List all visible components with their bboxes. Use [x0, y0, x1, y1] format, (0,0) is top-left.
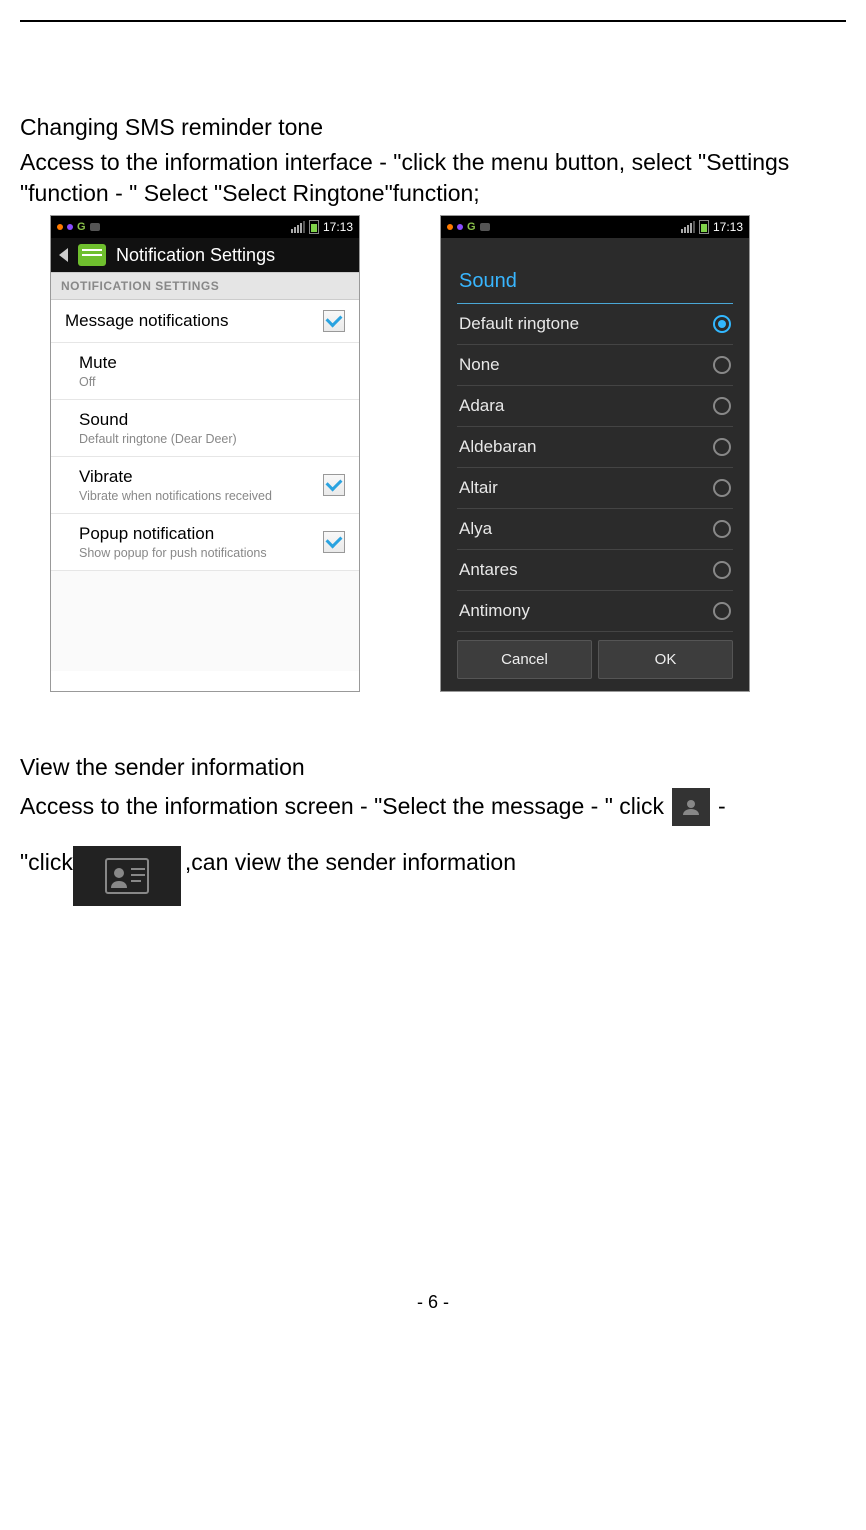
section2-line1: Access to the information screen - "Sele…: [20, 787, 846, 826]
row-title: Vibrate: [79, 467, 272, 487]
radio-button[interactable]: [713, 602, 731, 620]
screen-title: Notification Settings: [116, 245, 275, 266]
section2-text-b-prefix: "click: [20, 843, 73, 882]
status-time: 17:13: [713, 220, 743, 234]
section1-instruction: Access to the information interface - "c…: [20, 147, 846, 209]
option-label: Aldebaran: [459, 437, 537, 457]
status-dot-icon: [457, 224, 463, 230]
status-dot-icon: [447, 224, 453, 230]
ringtone-option[interactable]: Adara: [457, 386, 733, 427]
row-vibrate[interactable]: Vibrate Vibrate when notifications recei…: [51, 457, 359, 514]
option-label: Antimony: [459, 601, 530, 621]
google-icon: G: [77, 221, 86, 233]
section2-dash: -: [718, 787, 726, 826]
row-popup-notification[interactable]: Popup notification Show popup for push n…: [51, 514, 359, 571]
row-sound[interactable]: Sound Default ringtone (Dear Deer): [51, 400, 359, 457]
battery-icon: [309, 220, 319, 234]
top-rule: [20, 20, 846, 22]
page-number: - 6 -: [20, 1292, 846, 1333]
row-title: Message notifications: [65, 311, 228, 331]
section-heading: NOTIFICATION SETTINGS: [51, 272, 359, 300]
checkbox[interactable]: [323, 531, 345, 553]
option-label: Antares: [459, 560, 518, 580]
status-dot-icon: [67, 224, 73, 230]
blank-area: [51, 571, 359, 671]
row-subtitle: Off: [79, 375, 117, 389]
cancel-button[interactable]: Cancel: [457, 640, 592, 679]
ringtone-option[interactable]: Antimony: [457, 591, 733, 632]
messaging-app-icon: [78, 244, 106, 266]
status-bar: G 17:13: [441, 216, 749, 238]
screenshot-sound-dialog: G 17:13 Sound Default ringtone: [440, 215, 750, 692]
radio-button[interactable]: [713, 356, 731, 374]
section2-text-a: Access to the information screen - "Sele…: [20, 787, 664, 826]
status-time: 17:13: [323, 220, 353, 234]
ringtone-option[interactable]: Alya: [457, 509, 733, 550]
option-label: None: [459, 355, 500, 375]
row-title: Popup notification: [79, 524, 267, 544]
back-icon[interactable]: [59, 248, 68, 262]
ringtone-option[interactable]: Aldebaran: [457, 427, 733, 468]
check-icon: [326, 311, 343, 328]
row-subtitle: Default ringtone (Dear Deer): [79, 432, 237, 446]
google-icon: G: [467, 221, 476, 233]
profile-icon: [672, 788, 710, 826]
ringtone-option[interactable]: Antares: [457, 550, 733, 591]
option-label: Default ringtone: [459, 314, 579, 334]
section2-line2: "click ,can view the sender information: [20, 832, 846, 892]
status-icon: [480, 223, 490, 231]
screenshot-notification-settings: G 17:13 Notification Settings NOTIFICATI…: [50, 215, 360, 692]
radio-button[interactable]: [713, 561, 731, 579]
radio-button[interactable]: [713, 520, 731, 538]
status-icon: [90, 223, 100, 231]
radio-button[interactable]: [713, 438, 731, 456]
signal-icon: [681, 221, 695, 233]
ringtone-option[interactable]: None: [457, 345, 733, 386]
ringtone-option[interactable]: Default ringtone: [457, 304, 733, 345]
radio-button[interactable]: [713, 315, 731, 333]
ringtone-option[interactable]: Altair: [457, 468, 733, 509]
check-icon: [326, 532, 343, 549]
row-title: Mute: [79, 353, 117, 373]
option-label: Alya: [459, 519, 492, 539]
section1-heading: Changing SMS reminder tone: [20, 112, 846, 143]
option-label: Altair: [459, 478, 498, 498]
screen-header[interactable]: Notification Settings: [51, 238, 359, 272]
radio-button[interactable]: [713, 479, 731, 497]
ok-button[interactable]: OK: [598, 640, 733, 679]
checkbox[interactable]: [323, 474, 345, 496]
row-title: Sound: [79, 410, 237, 430]
status-dot-icon: [57, 224, 63, 230]
battery-icon: [699, 220, 709, 234]
signal-icon: [291, 221, 305, 233]
status-bar: G 17:13: [51, 216, 359, 238]
dialog-title: Sound: [457, 264, 733, 304]
check-icon: [326, 475, 343, 492]
contact-card-icon: [73, 846, 181, 906]
row-subtitle: Show popup for push notifications: [79, 546, 267, 560]
section2-text-b-suffix: ,can view the sender information: [185, 843, 516, 882]
section2-heading: View the sender information: [20, 752, 846, 783]
option-label: Adara: [459, 396, 504, 416]
radio-button[interactable]: [713, 397, 731, 415]
row-mute[interactable]: Mute Off: [51, 343, 359, 400]
checkbox[interactable]: [323, 310, 345, 332]
row-subtitle: Vibrate when notifications received: [79, 489, 272, 503]
row-message-notifications[interactable]: Message notifications: [51, 300, 359, 343]
